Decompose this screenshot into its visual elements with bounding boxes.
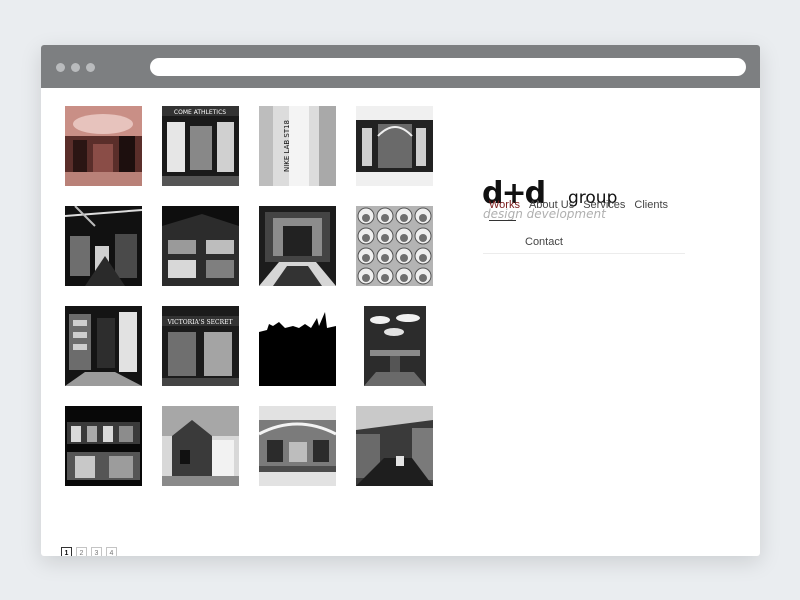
gallery-thumbnail[interactable]: NIKE LAB ST18 [259, 106, 336, 186]
window-minimize-dot[interactable] [71, 63, 80, 72]
library-reading-room-image [356, 406, 433, 486]
gallery-thumbnail[interactable] [65, 206, 142, 286]
window-maximize-dot[interactable] [86, 63, 95, 72]
store-interior-lights-image [65, 206, 142, 286]
gallery-thumbnail[interactable] [259, 406, 336, 486]
gallery-thumbnail[interactable] [65, 106, 142, 186]
nav-item-clients[interactable]: Clients [634, 199, 668, 211]
gallery-thumbnail[interactable] [259, 306, 336, 386]
page-button-1[interactable]: 1 [61, 547, 72, 556]
nav-item-about-us[interactable]: About Us [529, 199, 574, 211]
page-content: COME ATHLETICS NIKE LAB ST18 VICTORIA'S … [41, 88, 760, 556]
gallery-thumbnail[interactable]: VICTORIA'S SECRET [162, 306, 239, 386]
store-interior-red-tint-image [65, 106, 142, 186]
circular-display-wall-image [356, 206, 433, 286]
fashion-store-night-image [65, 406, 142, 486]
gallery-thumbnail[interactable] [356, 206, 433, 286]
nav-item-services[interactable]: Services [583, 199, 625, 211]
nike-lab-sign-text: NIKE LAB ST18 [283, 120, 291, 172]
page-button-2[interactable]: 2 [76, 547, 87, 556]
nav-item-works[interactable]: Works [489, 199, 520, 211]
gallery-thumbnail[interactable] [356, 106, 433, 186]
gallery-thumbnail[interactable] [65, 306, 142, 386]
gallery-thumbnail[interactable] [356, 306, 433, 386]
arched-storefront-image [356, 106, 433, 186]
come-athletics-sign-text: COME ATHLETICS [174, 109, 226, 116]
main-nav: Works About Us Services Clients Contact [489, 199, 677, 248]
city-skyline-silhouette-image [259, 306, 336, 386]
round-pendant-lights-image [356, 306, 433, 386]
page-button-3[interactable]: 3 [91, 547, 102, 556]
gallery-thumbnail[interactable] [356, 406, 433, 486]
patterned-floor-entrance-image [259, 206, 336, 286]
nav-active-underline [489, 220, 516, 221]
modern-house-exterior-image [162, 406, 239, 486]
site-logo[interactable]: d+d group design development [482, 175, 642, 220]
window-close-dot[interactable] [56, 63, 65, 72]
nike-lab-sign-image: NIKE LAB ST18 [259, 106, 336, 186]
gallery-thumbnail[interactable] [162, 206, 239, 286]
nav-item-contact[interactable]: Contact [525, 236, 563, 248]
corner-building-night-image [162, 206, 239, 286]
browser-titlebar [41, 45, 760, 88]
victorias-secret-storefront-image: VICTORIA'S SECRET [162, 306, 239, 386]
gallery-thumbnail[interactable]: COME ATHLETICS [162, 106, 239, 186]
gallery-thumbnail[interactable] [65, 406, 142, 486]
pagination: 1 2 3 4 [61, 547, 117, 556]
gallery-thumbnail[interactable] [259, 206, 336, 286]
browser-window: COME ATHLETICS NIKE LAB ST18 VICTORIA'S … [41, 45, 760, 556]
gallery-thumbnail[interactable] [162, 406, 239, 486]
retail-display-shelves-image [65, 306, 142, 386]
victorias-secret-sign-text: VICTORIA'S SECRET [166, 319, 232, 326]
works-gallery: COME ATHLETICS NIKE LAB ST18 VICTORIA'S … [65, 106, 435, 486]
page-button-4[interactable]: 4 [106, 547, 117, 556]
come-athletics-storefront-image: COME ATHLETICS [162, 106, 239, 186]
address-bar[interactable] [150, 58, 746, 76]
nav-divider [483, 253, 685, 254]
mall-atrium-image [259, 406, 336, 486]
